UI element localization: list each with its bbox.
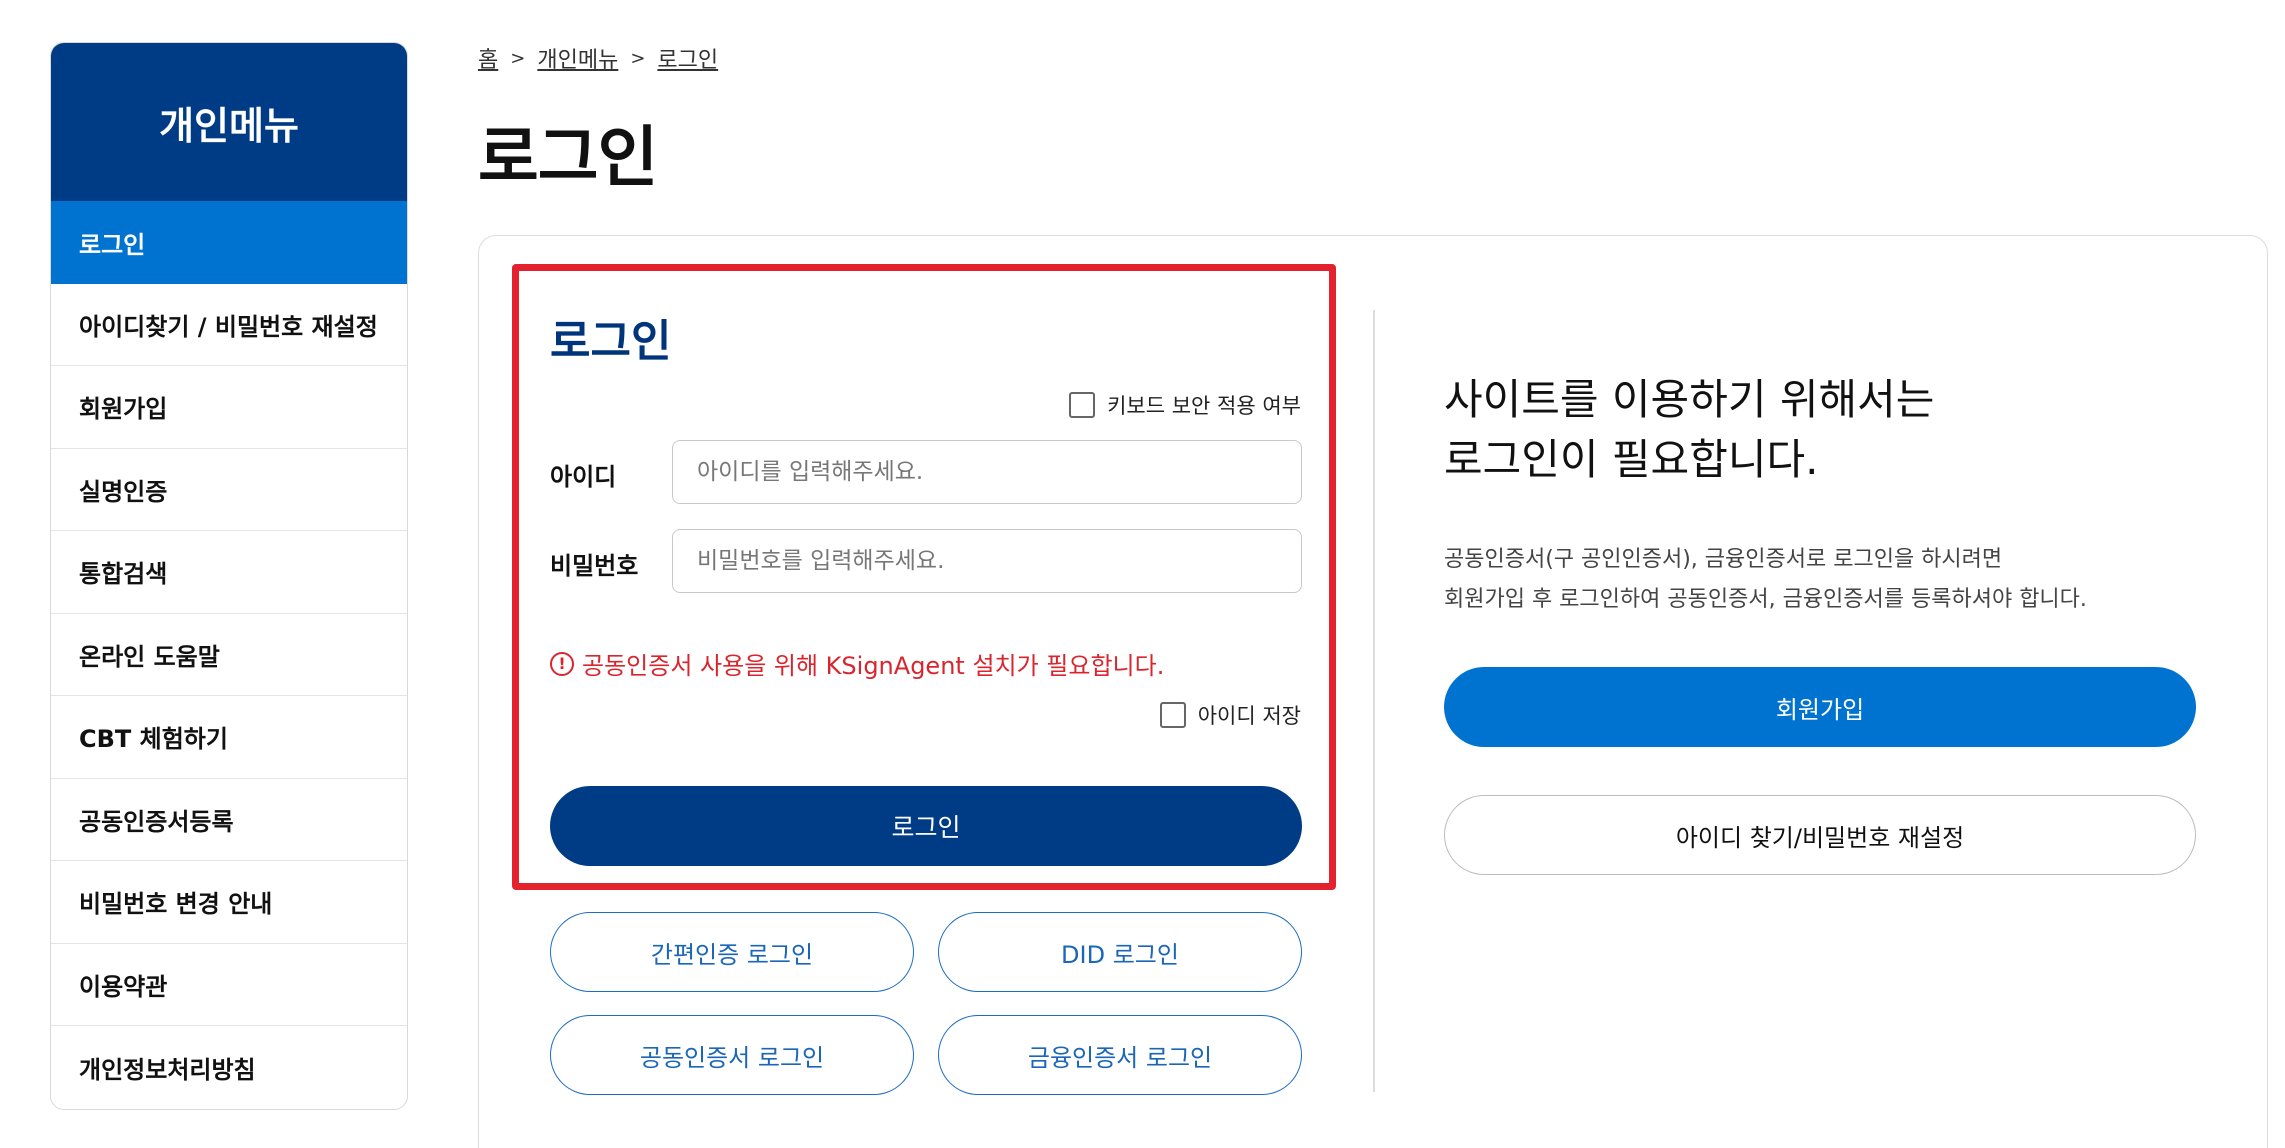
- info-desc-line1: 공동인증서(구 공인인증서), 금융인증서로 로그인을 하시려면: [1444, 547, 2003, 572]
- keyboard-security-label: 키보드 보안 적용 여부: [1107, 394, 1301, 418]
- breadcrumb-separator: >: [630, 47, 646, 69]
- vertical-divider: [1373, 310, 1375, 1092]
- sidebar-item-cbt[interactable]: CBT 체험하기: [51, 696, 407, 779]
- save-id-checkbox[interactable]: [1159, 702, 1186, 728]
- login-form-title: 로그인: [550, 316, 672, 367]
- sidebar-item-signup[interactable]: 회원가입: [51, 366, 407, 449]
- id-label: 아이디: [550, 463, 617, 491]
- sidebar-title: 개인메뉴: [51, 43, 407, 201]
- sidebar-item-password-change[interactable]: 비밀번호 변경 안내: [51, 861, 407, 944]
- sidebar: 개인메뉴 로그인 아이디찾기 / 비밀번호 재설정 회원가입 실명인증 통합검색…: [50, 42, 408, 1110]
- info-title: 사이트를 이용하기 위해서는 로그인이 필요합니다.: [1444, 370, 1934, 490]
- breadcrumb: 홈 > 개인메뉴 > 로그인: [478, 42, 718, 74]
- save-id-option[interactable]: 아이디 저장: [1159, 700, 1301, 730]
- joint-cert-login-button[interactable]: 공동인증서 로그인: [550, 1015, 914, 1095]
- breadcrumb-separator: >: [510, 47, 526, 69]
- ksign-warning: ! 공동인증서 사용을 위해 KSignAgent 설치가 필요합니다.: [550, 646, 1164, 681]
- sidebar-item-login[interactable]: 로그인: [51, 201, 407, 284]
- info-title-line1: 사이트를 이용하기 위해서는: [1444, 375, 1935, 424]
- password-label: 비밀번호: [550, 552, 639, 580]
- sidebar-item-privacy[interactable]: 개인정보처리방침: [51, 1026, 407, 1109]
- signup-button[interactable]: 회원가입: [1444, 667, 2196, 747]
- info-description: 공동인증서(구 공인인증서), 금융인증서로 로그인을 하시려면 회원가입 후 …: [1444, 540, 2087, 620]
- login-button[interactable]: 로그인: [550, 786, 1302, 866]
- sidebar-item-find-id-password[interactable]: 아이디찾기 / 비밀번호 재설정: [51, 284, 407, 366]
- id-input[interactable]: [672, 440, 1302, 504]
- breadcrumb-login[interactable]: 로그인: [657, 42, 718, 74]
- sidebar-item-real-name-auth[interactable]: 실명인증: [51, 449, 407, 531]
- find-id-password-button[interactable]: 아이디 찾기/비밀번호 재설정: [1444, 795, 2196, 875]
- sidebar-item-terms[interactable]: 이용약관: [51, 944, 407, 1026]
- warning-icon: !: [550, 651, 574, 676]
- keyboard-security-option[interactable]: 키보드 보안 적용 여부: [1069, 390, 1301, 420]
- breadcrumb-home[interactable]: 홈: [478, 42, 498, 74]
- financial-cert-login-button[interactable]: 금융인증서 로그인: [938, 1015, 1302, 1095]
- info-desc-line2: 회원가입 후 로그인하여 공동인증서, 금융인증서를 등록하셔야 합니다.: [1444, 587, 2087, 612]
- password-input[interactable]: [672, 529, 1302, 593]
- breadcrumb-personal-menu[interactable]: 개인메뉴: [537, 42, 618, 74]
- sidebar-item-integrated-search[interactable]: 통합검색: [51, 531, 407, 614]
- did-login-button[interactable]: DID 로그인: [938, 912, 1302, 992]
- info-title-line2: 로그인이 필요합니다.: [1444, 435, 1819, 484]
- page-title: 로그인: [478, 119, 658, 196]
- sidebar-item-cert-register[interactable]: 공동인증서등록: [51, 779, 407, 861]
- simple-auth-login-button[interactable]: 간편인증 로그인: [550, 912, 914, 992]
- sidebar-item-online-help[interactable]: 온라인 도움말: [51, 614, 407, 696]
- save-id-label: 아이디 저장: [1197, 704, 1301, 728]
- warning-text: 공동인증서 사용을 위해 KSignAgent 설치가 필요합니다.: [582, 652, 1165, 680]
- keyboard-security-checkbox[interactable]: [1069, 392, 1096, 418]
